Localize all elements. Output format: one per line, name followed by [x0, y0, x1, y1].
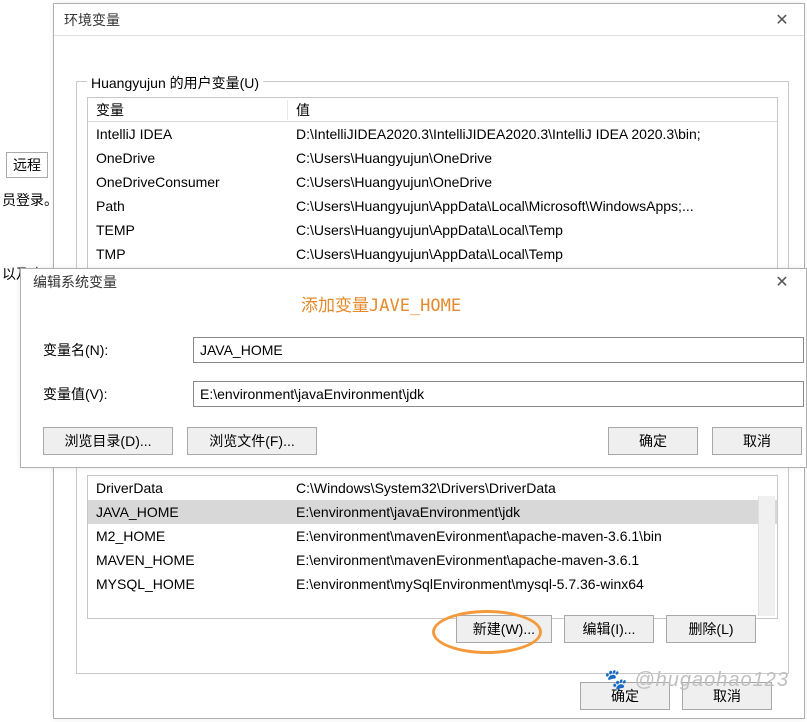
var-value: E:\environment\javaEnvironment\jdk: [288, 504, 777, 520]
env-dialog-titlebar: 环境变量 ✕: [54, 4, 804, 36]
var-name: MYSQL_HOME: [88, 576, 288, 592]
table-row[interactable]: TEMPC:\Users\Huangyujun\AppData\Local\Te…: [88, 218, 777, 242]
table-row[interactable]: OneDriveC:\Users\Huangyujun\OneDrive: [88, 146, 777, 170]
delete-button[interactable]: 删除(L): [666, 615, 756, 643]
variable-value-input[interactable]: [193, 381, 804, 407]
var-name: OneDriveConsumer: [88, 174, 288, 190]
user-group-label: Huangyujun 的用户变量(U): [87, 73, 263, 93]
var-name: MAVEN_HOME: [88, 552, 288, 568]
header-variable[interactable]: 变量: [88, 100, 288, 120]
bg-text-login: 员登录。: [2, 190, 58, 210]
table-row[interactable]: OneDriveConsumerC:\Users\Huangyujun\OneD…: [88, 170, 777, 194]
cancel-button[interactable]: 取消: [712, 427, 802, 455]
table-header: 变量 值: [88, 98, 777, 122]
var-name: TEMP: [88, 222, 288, 238]
table-row[interactable]: MAVEN_HOMEE:\environment\mavenEvironment…: [88, 548, 777, 572]
header-value[interactable]: 值: [288, 100, 777, 120]
var-value: E:\environment\mySqlEnvironment\mysql-5.…: [288, 576, 777, 592]
ok-button[interactable]: 确定: [608, 427, 698, 455]
new-button[interactable]: 新建(W)...: [456, 615, 552, 643]
edit-button[interactable]: 编辑(I)...: [564, 615, 654, 643]
ok-button[interactable]: 确定: [580, 682, 670, 710]
system-variables-table[interactable]: DriverDataC:\Windows\System32\Drivers\Dr…: [87, 475, 778, 619]
var-value: C:\Users\Huangyujun\AppData\Local\Micros…: [288, 198, 777, 214]
system-variables-group: DriverDataC:\Windows\System32\Drivers\Dr…: [76, 434, 789, 674]
var-name: M2_HOME: [88, 528, 288, 544]
table-row[interactable]: TMPC:\Users\Huangyujun\AppData\Local\Tem…: [88, 242, 777, 266]
variable-value-label: 变量值(V):: [43, 384, 193, 404]
var-value: E:\environment\mavenEvironment\apache-ma…: [288, 552, 777, 568]
var-name: TMP: [88, 246, 288, 262]
table-row[interactable]: M2_HOMEE:\environment\mavenEvironment\ap…: [88, 524, 777, 548]
var-value: C:\Windows\System32\Drivers\DriverData: [288, 480, 777, 496]
table-row[interactable]: IntelliJ IDEAD:\IntelliJIDEA2020.3\Intel…: [88, 122, 777, 146]
table-row[interactable]: PathC:\Users\Huangyujun\AppData\Local\Mi…: [88, 194, 777, 218]
table-row[interactable]: JAVA_HOMEE:\environment\javaEnvironment\…: [88, 500, 777, 524]
edit-dialog-title: 编辑系统变量: [33, 272, 117, 292]
var-name: Path: [88, 198, 288, 214]
var-name: DriverData: [88, 480, 288, 496]
browse-directory-button[interactable]: 浏览目录(D)...: [43, 427, 173, 455]
var-value: C:\Users\Huangyujun\OneDrive: [288, 150, 777, 166]
bg-text-remote: 远程: [6, 152, 48, 178]
close-icon[interactable]: ✕: [770, 272, 794, 292]
var-value: D:\IntelliJIDEA2020.3\IntelliJIDEA2020.3…: [288, 126, 777, 142]
var-name: OneDrive: [88, 150, 288, 166]
table-row[interactable]: MYSQL_HOMEE:\environment\mySqlEnvironmen…: [88, 572, 777, 596]
var-value: C:\Users\Huangyujun\OneDrive: [288, 174, 777, 190]
var-value: E:\environment\mavenEvironment\apache-ma…: [288, 528, 777, 544]
edit-system-variable-dialog: 编辑系统变量 ✕ 添加变量JAVE_HOME 变量名(N): 变量值(V): 浏…: [20, 268, 807, 468]
close-icon[interactable]: ✕: [770, 10, 794, 30]
var-name: JAVA_HOME: [88, 504, 288, 520]
scrollbar[interactable]: [758, 496, 775, 616]
browse-file-button[interactable]: 浏览文件(F)...: [187, 427, 317, 455]
var-name: IntelliJ IDEA: [88, 126, 288, 142]
var-value: C:\Users\Huangyujun\AppData\Local\Temp: [288, 222, 777, 238]
var-value: C:\Users\Huangyujun\AppData\Local\Temp: [288, 246, 777, 262]
variable-name-input[interactable]: [193, 337, 804, 363]
table-row[interactable]: DriverDataC:\Windows\System32\Drivers\Dr…: [88, 476, 777, 500]
cancel-button[interactable]: 取消: [682, 682, 772, 710]
env-dialog-title: 环境变量: [64, 10, 120, 30]
annotation-text: 添加变量JAVE_HOME: [301, 291, 461, 316]
variable-name-label: 变量名(N):: [43, 340, 193, 360]
